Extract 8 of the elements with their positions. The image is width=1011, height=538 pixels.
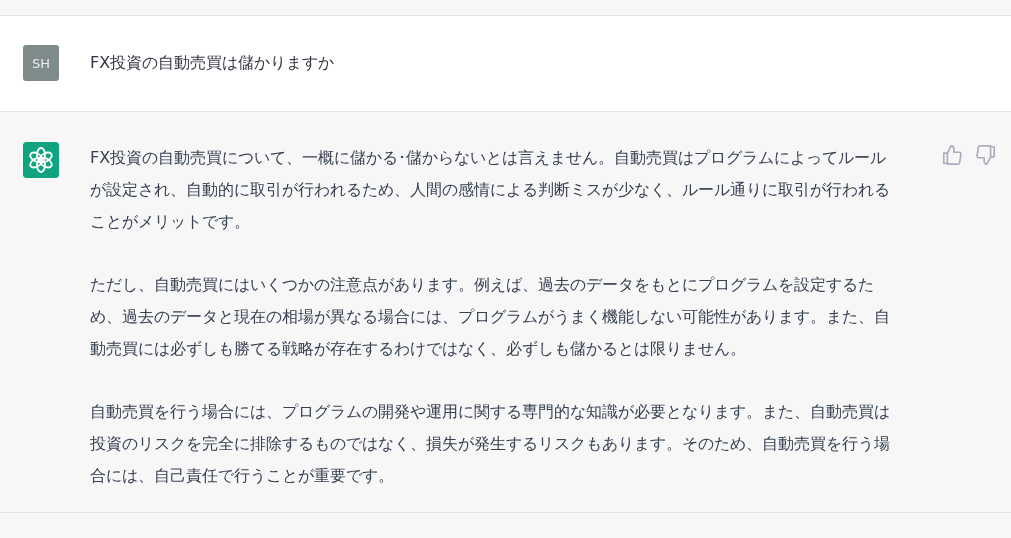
response-paragraph: 自動売買を行う場合には、プログラムの開発や運用に関する専門的な知識が必要となります。また、自動売買は投資のリスクを完全に排除するものではなく、損失が発生するリスクもあります。そのため、自動売買を行う場合には、自己責任で行うことが重要です。	[90, 401, 891, 487]
response-paragraph: FX投資の自動売買について、一概に儲かる･儲からないとは言えません。自動売買はプログラムによってルールが設定され、自動的に取引が行われるため、人間の感情による判断ミスが少なく、ルール通りに取引が行われることがメリットです。	[90, 147, 891, 233]
user-message: FX投資の自動売買は儲かりますか	[90, 52, 336, 74]
response-paragraph: ただし、自動売買にはいくつかの注意点があります。例えば、過去のデータをもとにプログラムを設定するため、過去のデータと現在の相場が異なる場合には、プログラムがうまく機能しない可能性があります。また、自動売買には必ずしも勝てる戦略が存在するわけではなく、必ずしも儲かるとは限りません。	[90, 274, 891, 360]
assistant-avatar-icon	[23, 142, 59, 178]
thumbs-down-icon[interactable]	[975, 144, 997, 166]
user-avatar: SH	[23, 45, 59, 81]
thumbs-up-icon[interactable]	[941, 144, 963, 166]
